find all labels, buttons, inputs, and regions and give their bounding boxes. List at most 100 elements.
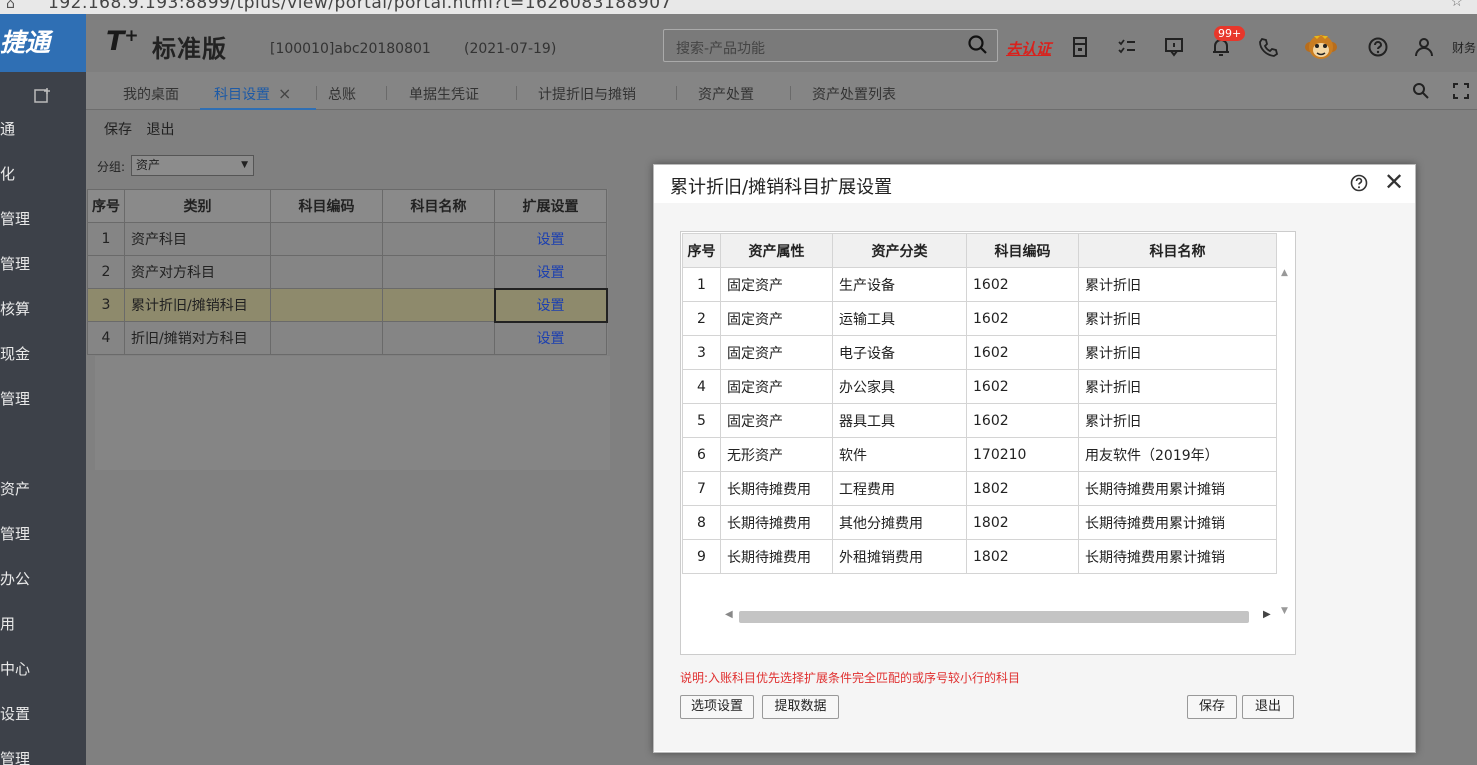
table-row[interactable]: 2 固定资产 运输工具 1602 累计折旧 (682, 301, 1277, 336)
bookmark-icon[interactable]: ☆ (1450, 0, 1463, 10)
sidebar-item[interactable]: 设置 (0, 703, 30, 724)
asset-class-cell[interactable]: 生产设备 (832, 267, 967, 302)
sidebar-item[interactable]: 管理 (0, 748, 30, 765)
message-icon[interactable] (1163, 36, 1185, 58)
table-row[interactable]: 4 折旧/摊销对方科目 设置 (87, 321, 607, 355)
table-row-selected[interactable]: 3 累计折旧/摊销科目 设置 (87, 287, 608, 323)
user-name[interactable]: 财务 (1452, 39, 1476, 56)
account-code-cell[interactable] (270, 222, 383, 256)
category-cell[interactable]: 资产科目 (124, 222, 271, 256)
account-code-cell[interactable]: 1602 (966, 369, 1079, 404)
account-code-cell[interactable]: 170210 (966, 437, 1079, 472)
table-row[interactable]: 1 固定资产 生产设备 1602 累计折旧 (682, 267, 1277, 302)
asset-attribute-cell[interactable]: 固定资产 (720, 267, 833, 302)
asset-attribute-cell[interactable]: 固定资产 (720, 403, 833, 438)
table-row[interactable]: 5 固定资产 器具工具 1602 累计折旧 (682, 403, 1277, 438)
settings-link[interactable]: 设置 (494, 255, 607, 289)
account-name-cell[interactable] (382, 255, 495, 289)
sidebar-item[interactable]: 用 (0, 613, 15, 634)
account-code-cell[interactable]: 1602 (966, 403, 1079, 438)
dialog-close-icon[interactable]: ✕ (1384, 169, 1404, 195)
account-code-cell[interactable]: 1802 (966, 471, 1079, 506)
table-row[interactable]: 7 长期待摊费用 工程费用 1802 长期待摊费用累计摊销 (682, 471, 1277, 506)
asset-attribute-cell[interactable]: 长期待摊费用 (720, 505, 833, 540)
asset-class-cell[interactable]: 电子设备 (832, 335, 967, 370)
sidebar-item[interactable]: 核算 (0, 298, 30, 319)
scroll-down-icon[interactable]: ▼ (1281, 606, 1288, 616)
horizontal-scrollbar[interactable]: ◀ ▶ (725, 608, 1271, 626)
scroll-left-icon[interactable]: ◀ (725, 609, 733, 620)
tab-search-icon[interactable] (1412, 82, 1430, 100)
search-icon[interactable] (967, 34, 989, 56)
asset-class-cell[interactable]: 器具工具 (832, 403, 967, 438)
asset-class-cell[interactable]: 其他分摊费用 (832, 505, 967, 540)
options-button[interactable]: 选项设置 (680, 695, 754, 719)
sidebar-item[interactable]: 管理 (0, 523, 30, 544)
address-url[interactable]: 192.168.9.193:8899/tplus/view/portal/por… (48, 0, 672, 13)
dialog-help-icon[interactable] (1350, 174, 1368, 192)
sidebar-item[interactable]: 管理 (0, 208, 30, 229)
settings-link[interactable]: 设置 (494, 222, 607, 256)
table-row[interactable]: 2 资产对方科目 设置 (87, 255, 607, 289)
sidebar-item[interactable]: 办公 (0, 568, 30, 589)
account-code-cell[interactable] (270, 255, 383, 289)
account-code-cell[interactable]: 1602 (966, 335, 1079, 370)
home-icon[interactable]: ⌂ (6, 0, 15, 12)
dialog-exit-button[interactable]: 退出 (1242, 695, 1294, 719)
tab-ledger[interactable]: 总账 (328, 84, 356, 104)
sidebar-item[interactable]: 管理 (0, 388, 30, 409)
asset-attribute-cell[interactable]: 固定资产 (720, 335, 833, 370)
scroll-right-icon[interactable]: ▶ (1263, 609, 1271, 620)
sidebar-item[interactable]: 通 (0, 118, 15, 139)
table-row[interactable]: 3 固定资产 电子设备 1602 累计折旧 (682, 335, 1277, 370)
asset-class-cell[interactable]: 软件 (832, 437, 967, 472)
asset-attribute-cell[interactable]: 固定资产 (720, 301, 833, 336)
tab-account-settings[interactable]: 科目设置 × (214, 84, 291, 104)
account-name-cell[interactable] (382, 288, 495, 322)
account-code-cell[interactable] (270, 288, 383, 322)
asset-class-cell[interactable]: 运输工具 (832, 301, 967, 336)
phone-icon[interactable] (1257, 36, 1279, 58)
help-icon[interactable] (1367, 36, 1389, 58)
account-name-cell[interactable]: 长期待摊费用累计摊销 (1078, 471, 1277, 506)
tab-asset-disposal[interactable]: 资产处置 (698, 84, 754, 104)
asset-class-cell[interactable]: 工程费用 (832, 471, 967, 506)
account-name-cell[interactable]: 长期待摊费用累计摊销 (1078, 505, 1277, 540)
asset-attribute-cell[interactable]: 无形资产 (720, 437, 833, 472)
account-name-cell[interactable]: 累计折旧 (1078, 335, 1277, 370)
vertical-scrollbar[interactable]: ▲ ▼ (1277, 266, 1295, 638)
account-name-cell[interactable]: 累计折旧 (1078, 369, 1277, 404)
asset-class-cell[interactable]: 外租摊销费用 (832, 539, 967, 574)
category-cell[interactable]: 累计折旧/摊销科目 (124, 288, 271, 322)
table-row[interactable]: 1 资产科目 设置 (87, 222, 607, 256)
group-select[interactable]: 资产 ▼ (131, 155, 254, 176)
table-row[interactable]: 8 长期待摊费用 其他分摊费用 1802 长期待摊费用累计摊销 (682, 505, 1277, 540)
fetch-data-button[interactable]: 提取数据 (762, 695, 839, 719)
calculator-icon[interactable] (1069, 36, 1091, 58)
account-name-cell[interactable]: 累计折旧 (1078, 267, 1277, 302)
close-tab-icon[interactable]: × (278, 84, 291, 103)
table-row[interactable]: 9 长期待摊费用 外租摊销费用 1802 长期待摊费用累计摊销 (682, 539, 1277, 574)
asset-attribute-cell[interactable]: 长期待摊费用 (720, 471, 833, 506)
account-code-cell[interactable] (270, 321, 383, 355)
exit-button[interactable]: 退出 (146, 122, 174, 138)
account-name-cell[interactable]: 累计折旧 (1078, 301, 1277, 336)
tab-depreciation[interactable]: 计提折旧与摊销 (538, 84, 636, 104)
account-code-cell[interactable]: 1802 (966, 505, 1079, 540)
search-box[interactable]: 搜索-产品功能 (663, 29, 998, 62)
account-code-cell[interactable]: 1802 (966, 539, 1079, 574)
asset-class-cell[interactable]: 办公家具 (832, 369, 967, 404)
sidebar-item[interactable]: 中心 (0, 658, 30, 679)
checklist-icon[interactable] (1116, 36, 1138, 58)
tab-desktop[interactable]: 我的桌面 (123, 84, 179, 104)
account-code-cell[interactable]: 1602 (966, 267, 1079, 302)
tab-voucher[interactable]: 单据生凭证 (409, 84, 479, 104)
account-name-cell[interactable]: 用友软件（2019年） (1078, 437, 1277, 472)
table-row[interactable]: 6 无形资产 软件 170210 用友软件（2019年） (682, 437, 1277, 472)
asset-attribute-cell[interactable]: 长期待摊费用 (720, 539, 833, 574)
account-name-cell[interactable] (382, 321, 495, 355)
scrollbar-thumb[interactable] (739, 611, 1249, 623)
table-row[interactable]: 4 固定资产 办公家具 1602 累计折旧 (682, 369, 1277, 404)
scroll-up-icon[interactable]: ▲ (1281, 268, 1288, 278)
verify-link[interactable]: 去认证 (1006, 38, 1051, 59)
